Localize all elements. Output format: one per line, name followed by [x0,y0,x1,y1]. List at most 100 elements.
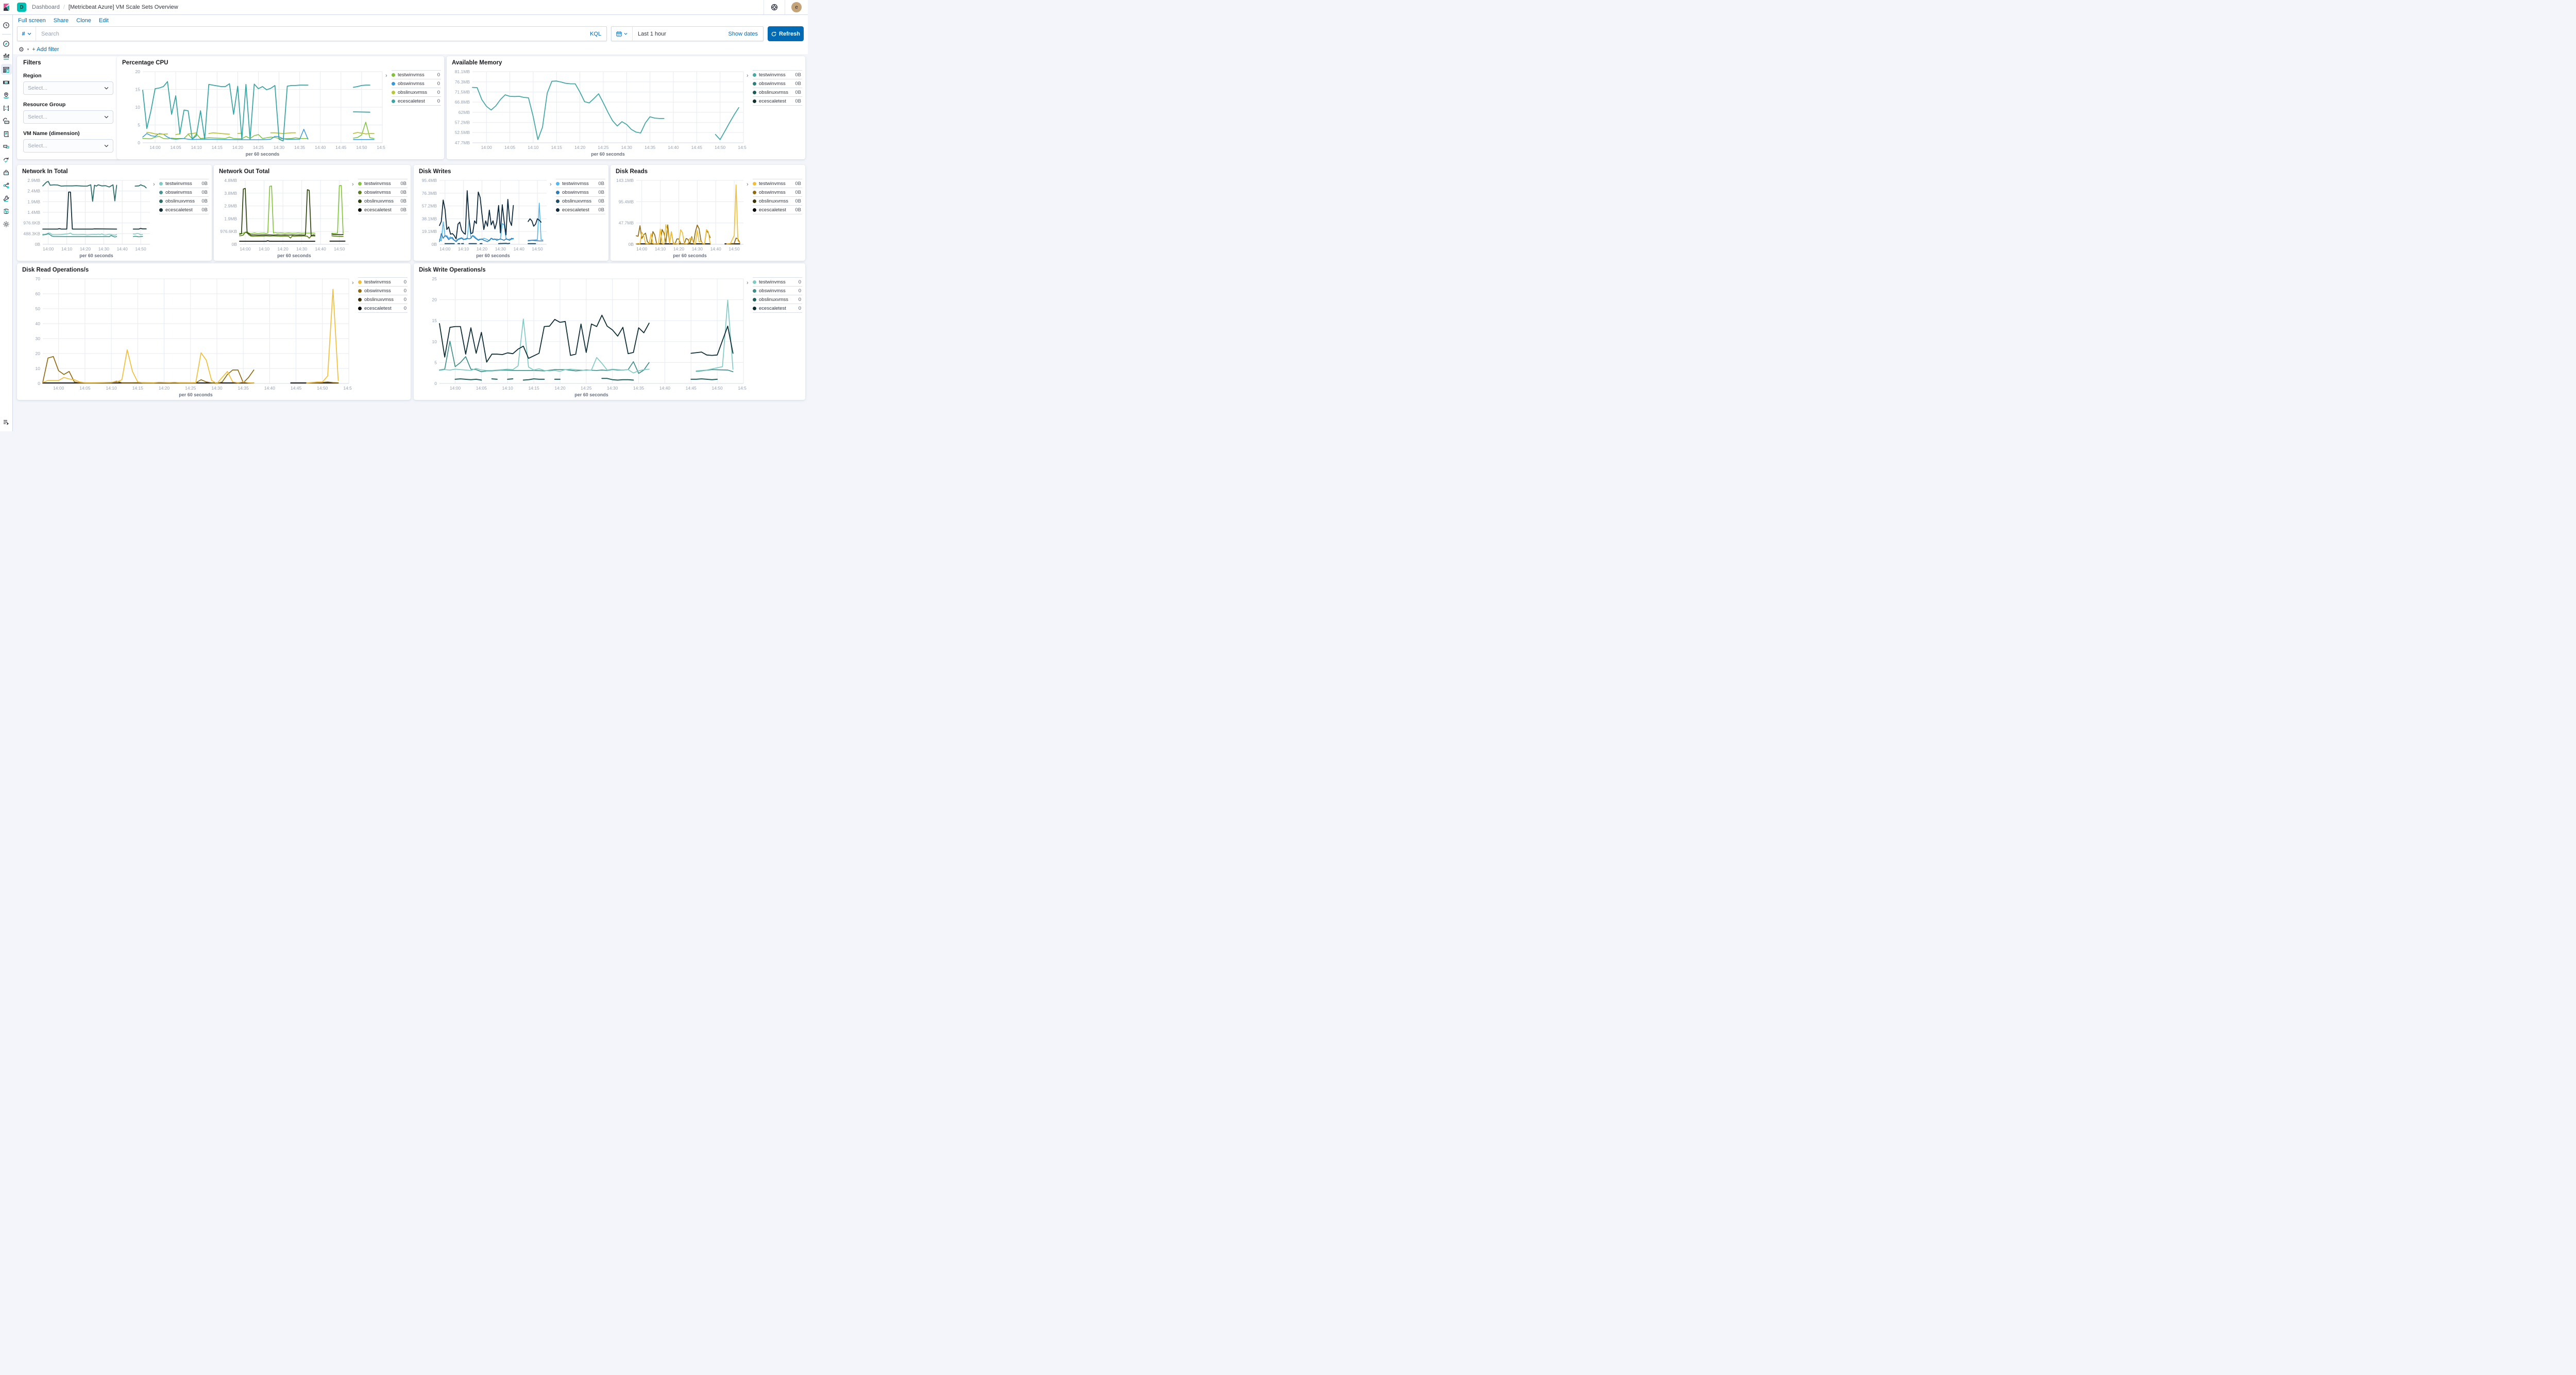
sidebar-item-metrics[interactable] [1,115,12,126]
network-in-total-chart[interactable]: 14:0014:1014:2014:3014:4014:500B488.3KB9… [19,177,153,259]
kibana-logo[interactable] [0,0,13,14]
legend-item-ecescaletest[interactable]: ecescaletest0B [159,206,209,214]
svg-text:1.4MB: 1.4MB [27,210,40,215]
sidebar-item-logs[interactable] [1,128,12,139]
legend-collapse-button[interactable]: › [352,181,354,188]
edit-link[interactable]: Edit [99,18,109,24]
help-button[interactable] [764,0,785,14]
legend-item-obslinuxvmss[interactable]: obslinuxvmss0 [358,295,408,304]
disk-write-operations-chart[interactable]: 14:0014:0514:1014:1514:2014:2514:3014:35… [416,275,747,398]
time-range-value[interactable]: Last 1 hour [633,31,728,37]
refresh-button[interactable]: Refresh [768,26,804,41]
legend-item-testwinvmss[interactable]: testwinvmss0 [392,71,441,79]
legend-item-obswinvmss[interactable]: obswinvmss0B [358,188,408,197]
legend-series-name: testwinvmss [364,279,401,285]
legend-series-value: 0B [400,181,408,187]
sidebar-item-machine-learning[interactable] [1,103,12,113]
network-out-total-chart[interactable]: 14:0014:1014:2014:3014:4014:500B976.6KB1… [216,177,352,259]
legend-item-obswinvmss[interactable]: obswinvmss0B [753,79,802,88]
legend-item-obswinvmss[interactable]: obswinvmss0B [556,188,605,197]
full-screen-link[interactable]: Full screen [18,18,46,24]
legend-item-obslinuxvmss[interactable]: obslinuxvmss0B [753,197,802,206]
legend-item-obslinuxvmss[interactable]: obslinuxvmss0B [753,88,802,97]
legend-item-obslinuxvmss[interactable]: obslinuxvmss0B [556,197,605,206]
date-quick-select-button[interactable] [612,27,633,41]
sidebar-item-visualize[interactable] [1,51,12,62]
add-filter-button[interactable]: + Add filter [32,46,59,53]
available-memory-chart[interactable]: 14:0014:0514:1014:1514:2014:2514:3014:35… [449,68,747,157]
svg-text:5: 5 [434,360,437,365]
legend-item-obslinuxvmss[interactable]: obslinuxvmss0B [358,197,408,206]
legend-item-obswinvmss[interactable]: obswinvmss0B [159,188,209,197]
legend-item-ecescaletest[interactable]: ecescaletest0 [358,304,408,313]
kql-language-button[interactable]: KQL [585,31,606,37]
sidebar-item-apm[interactable] [1,141,12,152]
legend-item-testwinvmss[interactable]: testwinvmss0 [358,278,408,287]
vm-name-filter-select[interactable]: Select... [23,139,113,153]
svg-text:14:20: 14:20 [80,246,91,251]
breadcrumb-dashboard-link[interactable]: Dashboard [32,4,60,10]
legend-item-testwinvmss[interactable]: testwinvmss0B [556,179,605,188]
disk-writes-chart[interactable]: 14:0014:1014:2014:3014:4014:500B19.1MB38… [416,177,550,259]
legend-item-ecescaletest[interactable]: ecescaletest0B [556,206,605,214]
legend-collapse-button[interactable]: › [747,280,749,286]
legend-item-obslinuxvmss[interactable]: obslinuxvmss0 [392,88,441,97]
legend-item-ecescaletest[interactable]: ecescaletest0B [753,97,802,106]
resource-group-filter-select[interactable]: Select... [23,110,113,124]
sidebar-item-management[interactable] [1,219,12,229]
legend-item-obswinvmss[interactable]: obswinvmss0 [753,287,802,295]
saved-query-menu-button[interactable]: # [18,27,36,41]
legend-item-testwinvmss[interactable]: testwinvmss0B [753,71,802,79]
sidebar-item-siem[interactable] [1,167,12,178]
legend-series-value: 0B [795,198,802,204]
legend-color-dot [392,99,395,103]
legend-collapse-button[interactable]: › [747,181,749,188]
breadcrumb-separator: / [63,4,65,10]
sidebar-item-uptime[interactable] [1,154,12,165]
share-link[interactable]: Share [54,18,69,24]
sidebar-item-dev-tools[interactable] [1,193,12,204]
disk-read-operations-chart[interactable]: 14:0014:0514:1014:1514:2014:2514:3014:35… [19,275,352,398]
legend-item-ecescaletest[interactable]: ecescaletest0 [392,97,441,106]
legend-item-ecescaletest[interactable]: ecescaletest0 [753,304,802,313]
clone-link[interactable]: Clone [76,18,91,24]
legend-collapse-button[interactable]: › [352,280,354,286]
filter-options-gear-icon[interactable]: ⚙ [19,46,24,53]
svg-text:14:00: 14:00 [450,385,461,391]
legend-item-ecescaletest[interactable]: ecescaletest0B [358,206,408,214]
svg-text:14:40: 14:40 [659,385,671,391]
legend-item-testwinvmss[interactable]: testwinvmss0B [159,179,209,188]
legend-item-testwinvmss[interactable]: testwinvmss0B [358,179,408,188]
svg-text:14:55: 14:55 [738,145,747,150]
disk-reads-chart[interactable]: 14:0014:1014:2014:3014:4014:500B47.7MB95… [613,177,747,259]
user-avatar[interactable]: e [791,2,802,12]
legend-collapse-button[interactable]: › [747,73,749,79]
svg-text:14:40: 14:40 [710,246,722,251]
sidebar-item-canvas[interactable] [1,77,12,88]
sidebar-item-discover[interactable] [1,38,12,49]
legend-collapse-button[interactable]: › [550,181,552,188]
legend-item-testwinvmss[interactable]: testwinvmss0 [753,278,802,287]
legend-collapse-button[interactable]: › [153,181,155,188]
legend-collapse-button[interactable]: › [385,73,387,79]
legend-item-obswinvmss[interactable]: obswinvmss0 [358,287,408,295]
recent-clock-icon[interactable] [1,20,12,30]
region-filter-select[interactable]: Select... [23,81,113,95]
svg-text:10: 10 [432,339,437,344]
legend-item-obslinuxvmss[interactable]: obslinuxvmss0 [753,295,802,304]
legend-series-name: testwinvmss [398,72,435,78]
legend-item-ecescaletest[interactable]: ecescaletest0B [753,206,802,214]
show-dates-button[interactable]: Show dates [728,31,763,37]
space-badge[interactable]: D [17,3,26,12]
search-input[interactable]: Search [36,31,585,37]
sidebar-item-dashboard[interactable] [1,64,12,75]
legend-item-obslinuxvmss[interactable]: obslinuxvmss0B [159,197,209,206]
sidebar-item-maps[interactable] [1,90,12,100]
percentage-cpu-chart[interactable]: 14:0014:0514:1014:1514:2014:2514:3014:35… [119,68,385,157]
collapse-nav-button[interactable] [1,416,12,427]
legend-item-testwinvmss[interactable]: testwinvmss0B [753,179,802,188]
legend-item-obswinvmss[interactable]: obswinvmss0B [753,188,802,197]
sidebar-item-graph[interactable] [1,180,12,191]
sidebar-item-stack-monitoring[interactable] [1,206,12,216]
legend-item-obswinvmss[interactable]: obswinvmss0 [392,79,441,88]
